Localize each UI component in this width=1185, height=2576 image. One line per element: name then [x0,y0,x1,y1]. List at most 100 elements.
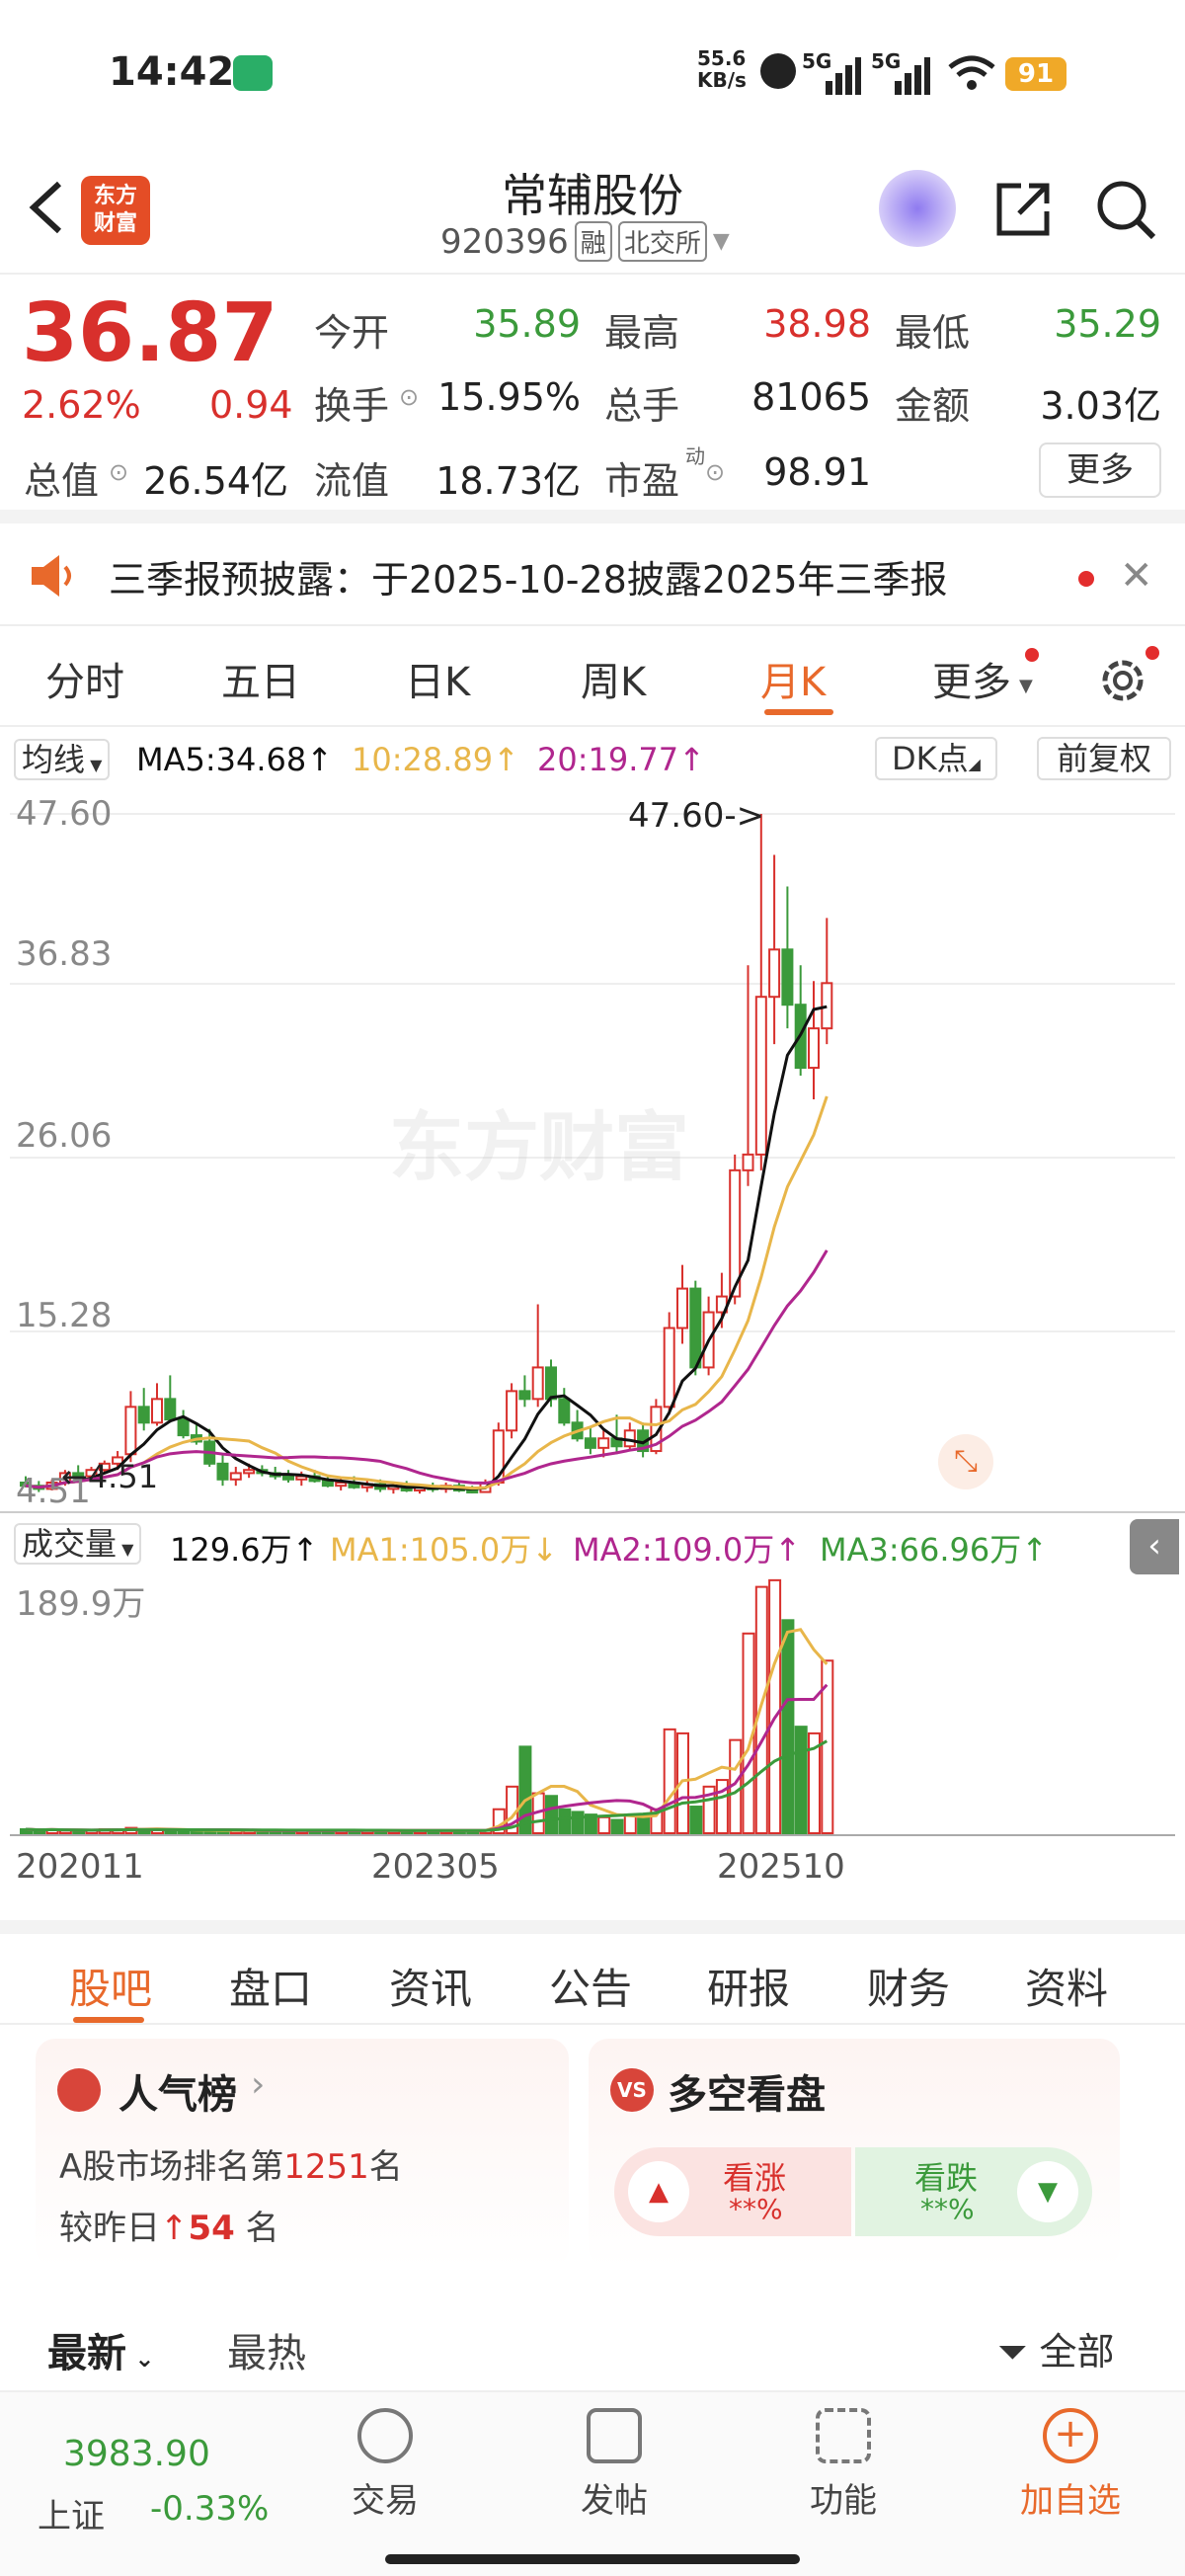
low-value: 35.29 [1054,302,1161,346]
candle-body [321,1480,334,1488]
grid-icon [816,2408,871,2463]
volume-value: 129.6万↑ [170,1531,319,1569]
status-bar: 14:42 55.6 KB/s 5G 5G 91 [0,0,1185,148]
candle-body [164,1398,177,1421]
expand-icon[interactable]: ⤡ [938,1434,993,1489]
tab-research[interactable]: 研报 [707,1956,790,2016]
tab-announcements[interactable]: 公告 [549,1956,632,2016]
vs-icon: VS [610,2068,654,2112]
settings-icon[interactable] [1096,654,1149,707]
down-arrow-icon: ▼ [1017,2161,1078,2222]
tab-order-book[interactable]: 盘口 [229,1956,312,2016]
active-tab-indicator [764,709,833,715]
stock-header: 东方 财富 常辅股份 920396 融 北交所 ▼ [0,148,1185,275]
tab-five-day[interactable]: 五日 [221,650,300,707]
volume-svg [10,1578,1175,1836]
clock: 14:42 [109,49,235,95]
tab-forum[interactable]: 股吧 [69,1956,152,2016]
dk-point-button[interactable]: DK点◢ [875,737,997,780]
trade-button[interactable]: 交易 [306,2408,464,2522]
pe-value: 98.91 [763,450,871,494]
tab-more[interactable]: 更多 [932,650,1011,707]
candle-body [821,982,833,1030]
candle-body [335,1481,348,1488]
functions-button[interactable]: 功能 [764,2408,922,2522]
volume-bar [794,1726,808,1834]
volume-bar [689,1806,703,1834]
margin-tag: 融 [574,221,612,262]
date-label: 202510 [717,1847,845,1887]
info-icon[interactable]: ⊙ [705,458,725,486]
stock-code-row[interactable]: 920396 融 北交所 ▼ [440,221,730,262]
volume-bar [637,1815,651,1834]
feed-tabs: 最新 ⌄ 最热 ⏷ 全部 [0,2301,1185,2390]
info-icon[interactable]: ⊙ [109,458,128,486]
volume-legend: 成交量 ▼ 129.6万↑ MA1:105.0万↓ MA2:109.0万↑ MA… [0,1511,1185,1574]
candle-body [597,1437,610,1449]
y-tick: 26.06 [16,1116,113,1156]
badge-dot [1146,646,1159,660]
cards-row: 人气榜 › A股市场排名第1251名 较昨日↑54 名 VS 多空看盘 ▲ 看涨… [0,2025,1185,2282]
volume-label: 总手 [604,384,680,428]
long-short-card[interactable]: VS 多空看盘 ▲ 看涨 **% 看跌 **% ▼ [589,2039,1120,2268]
signal-1-icon [812,55,861,95]
volume-value: 81065 [751,375,871,419]
ma20-line [25,1249,829,1489]
info-icon[interactable]: ⊙ [399,383,419,411]
unread-dot [1078,571,1094,587]
tab-intraday[interactable]: 分时 [45,650,124,707]
high-label: 最高 [604,311,680,355]
tab-weekly-k[interactable]: 周K [581,650,646,707]
yuan-icon [357,2408,413,2463]
kline-chart[interactable]: 47.60 36.83 26.06 15.28 4.51 东方财富 47.60-… [10,790,1175,1511]
low-label: 最低 [895,311,971,355]
tab-monthly-k[interactable]: 月K [760,650,826,707]
notice-text: 三季报预披露：于2025-10-28披露2025年三季报 [109,558,948,602]
ma-selector[interactable]: 均线 ▼ [14,739,111,780]
assistant-avatar[interactable] [879,170,956,247]
moon-icon [760,53,796,89]
candle-body [754,996,767,1156]
candle-body [243,1469,256,1475]
volume-bar [558,1808,572,1835]
chevron-right-icon: › [251,2064,266,2105]
more-button[interactable]: 更多 [1039,443,1161,498]
caret-down-icon: ▼ [1019,676,1033,696]
volume-chart[interactable]: 189.9万 [10,1572,1175,1839]
candle-body [545,1366,557,1401]
add-watchlist-button[interactable]: + 加自选 [991,2408,1149,2522]
candle-body [781,948,794,1006]
filter-button[interactable]: ⏷ 全部 [997,2321,1115,2375]
tab-financials[interactable]: 财务 [867,1956,950,2016]
tab-profile[interactable]: 资料 [1025,1956,1108,2016]
pe-superscript: 动 [685,444,705,468]
change-percent: 2.62% [22,383,141,427]
turnover-label: 换手 [314,384,390,428]
search-icon[interactable] [1094,178,1157,241]
index-value[interactable]: 3983.90 [63,2434,210,2474]
tab-news[interactable]: 资讯 [389,1956,472,2016]
stock-code: 920396 [440,221,569,262]
tab-daily-k[interactable]: 日K [405,650,470,707]
popularity-card[interactable]: 人气榜 › A股市场排名第1251名 较昨日↑54 名 [36,2039,569,2268]
notice-bar[interactable]: 三季报预披露：于2025-10-28披露2025年三季报 ✕ [0,523,1185,626]
close-icon[interactable]: ✕ [1120,553,1153,599]
tab-latest[interactable]: 最新 ⌄ [47,2321,154,2378]
bearish-value: **% [920,2193,975,2225]
tab-hot[interactable]: 最热 [227,2321,306,2378]
chart-icon [57,2068,101,2112]
bottom-bar: 3983.90 上证 -0.33% 交易 发帖 功能 + 加自选 [0,2390,1185,2576]
high-value: 38.98 [763,302,871,346]
content-tabs: 股吧 盘口 资讯 公告 研报 财务 资料 [0,1920,1185,2025]
share-icon[interactable] [991,178,1055,241]
bearish-button[interactable]: 看跌 **% ▼ [855,2147,1092,2236]
volume-selector[interactable]: 成交量 ▼ [14,1523,142,1565]
post-button[interactable]: 发帖 [535,2408,693,2522]
index-change: -0.33% [150,2489,270,2529]
volume-bar [597,1815,611,1834]
adjust-button[interactable]: 前复权 [1037,737,1171,780]
collapse-panel-icon[interactable]: ‹ [1130,1519,1179,1574]
home-indicator [385,2554,800,2564]
bullish-button[interactable]: ▲ 看涨 **% [614,2147,851,2236]
candle-body [676,1287,688,1329]
